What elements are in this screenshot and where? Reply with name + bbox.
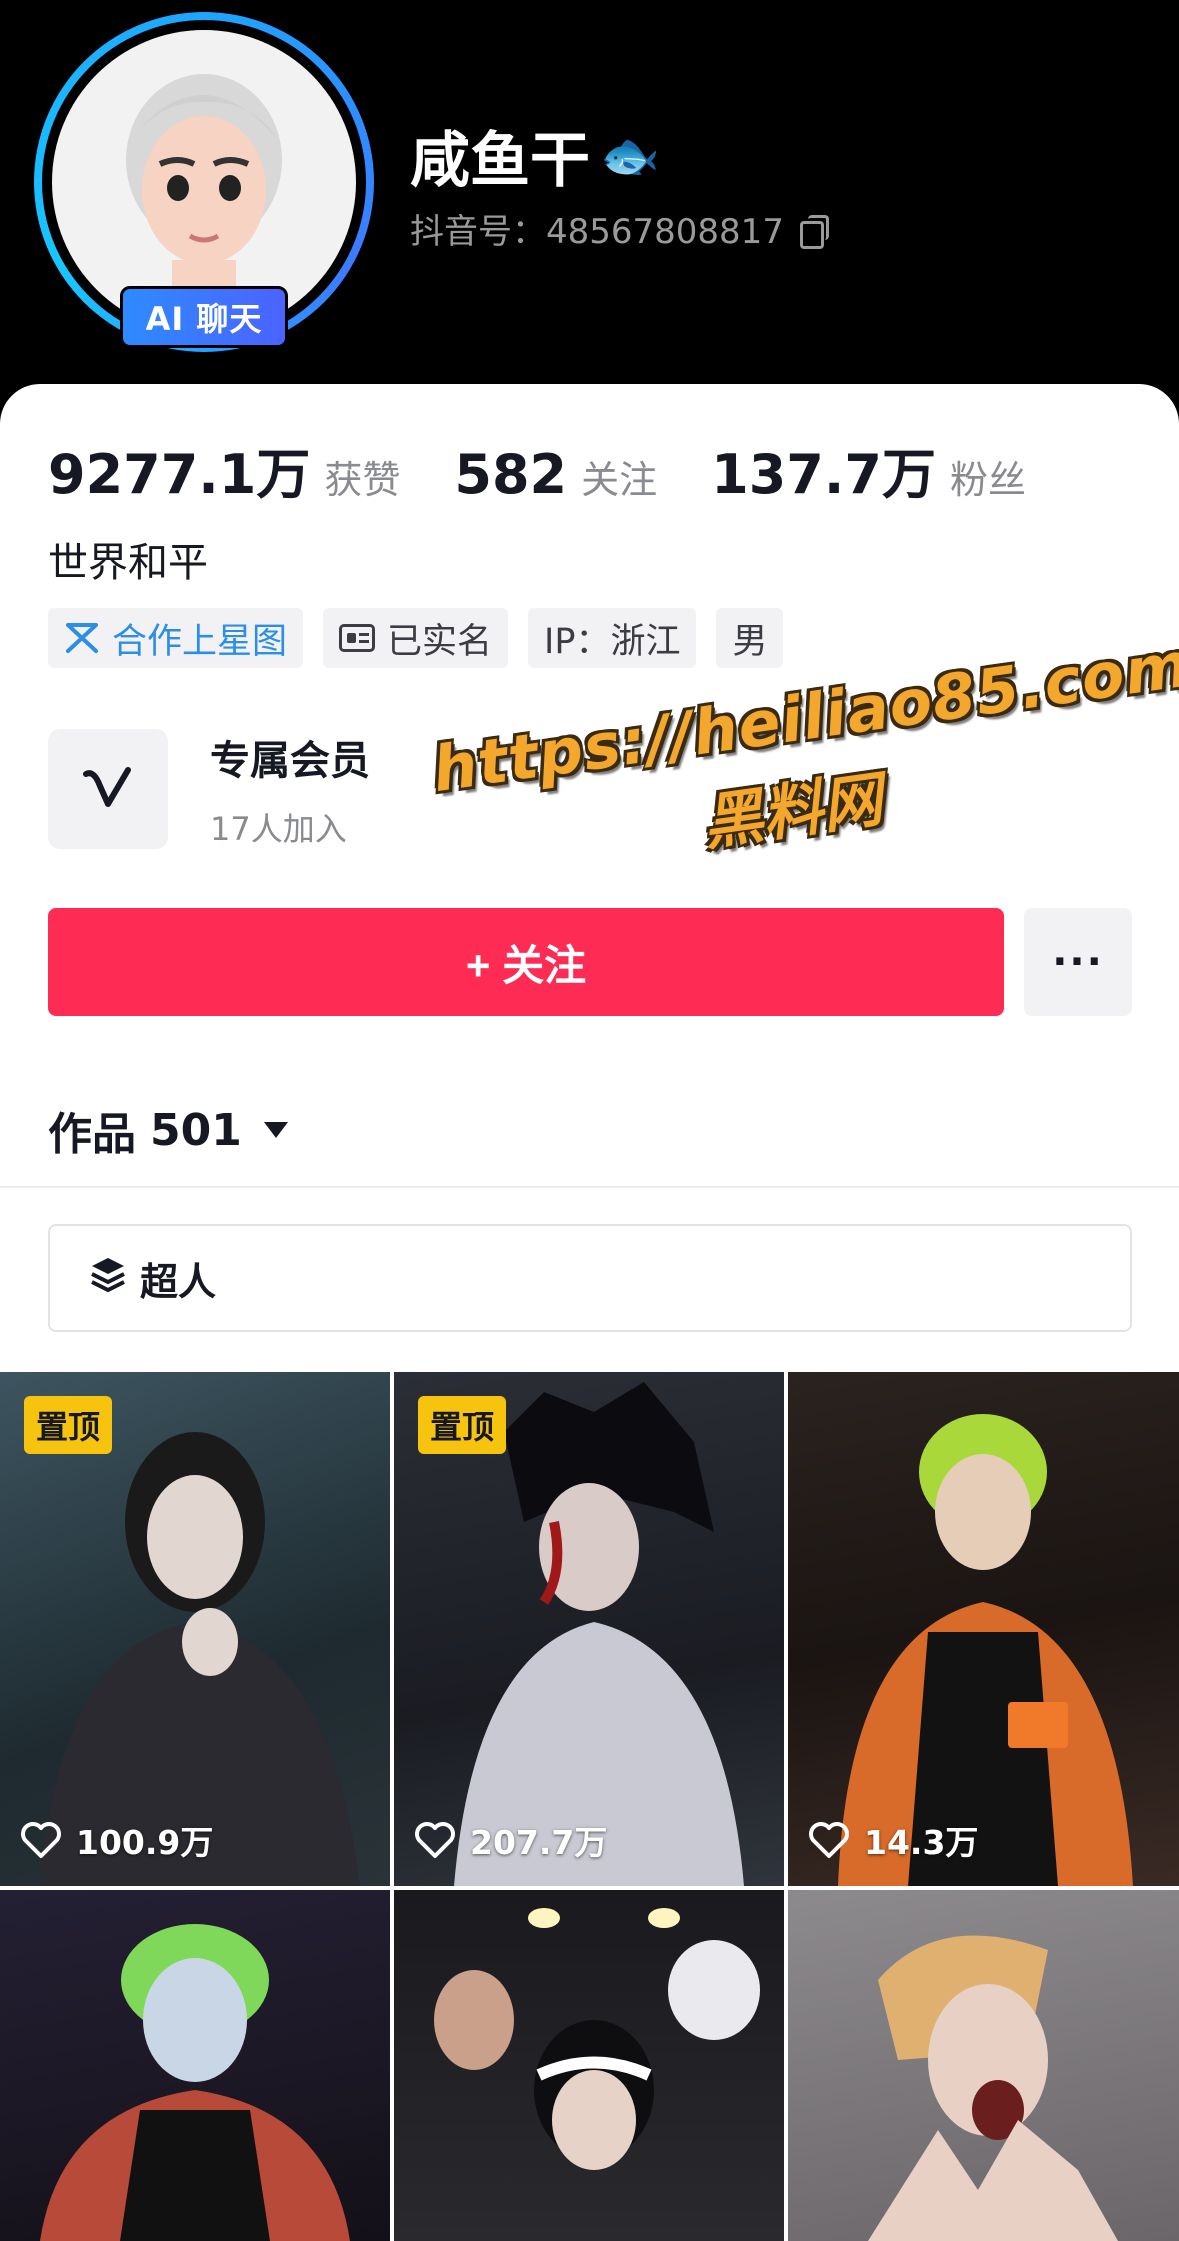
tag-gender: 男 (716, 608, 784, 668)
like-count-text: 14.3万 (864, 1823, 979, 1862)
tab-works[interactable]: 作品 501 (48, 1098, 288, 1162)
tag-ip-label: IP：浙江 (544, 621, 681, 662)
douyin-id: 抖音号：48567808817 (410, 204, 829, 253)
video-tile[interactable] (788, 1890, 1179, 2241)
nickname: 咸鱼干 🐟 (410, 112, 660, 199)
bio: 世界和平 (48, 540, 208, 586)
stat-likes[interactable]: 9277.1万 获赞 (48, 430, 400, 509)
stat-following[interactable]: 582 关注 (454, 443, 657, 506)
like-count: 14.3万 (808, 1816, 978, 1864)
copy-icon[interactable] (799, 214, 829, 249)
membership-joined: 17人加入 (210, 810, 347, 848)
video-tile[interactable]: 置顶 100.9万 (0, 1372, 390, 1886)
ai-chat-badge[interactable]: AI 聊天 (120, 286, 288, 348)
works-count: 501 (150, 1104, 242, 1156)
more-options-button[interactable]: ··· (1024, 908, 1132, 1016)
collection-stack-icon (88, 1254, 128, 1303)
tag-verified-label: 已实名 (387, 621, 493, 662)
stat-value: 582 (454, 443, 568, 506)
xingtu-icon (64, 621, 100, 655)
heart-icon (21, 1822, 61, 1858)
video-grid: 置顶 100.9万 置顶 207.7万 14.3万 (0, 1372, 1179, 2241)
id-card-icon (339, 624, 376, 652)
profile-sheet: 9277.1万 获赞 582 关注 137.7万 粉丝 世界和平 合作上星图 已… (0, 384, 1179, 1372)
stat-label: 粉丝 (949, 458, 1026, 502)
tag-gender-label: 男 (732, 621, 768, 662)
like-count: 207.7万 (414, 1816, 607, 1864)
tag-row: 合作上星图 已实名 IP：浙江 男 (48, 608, 784, 668)
collection-label: 超人 (140, 1259, 217, 1304)
video-tile[interactable]: 置顶 207.7万 (394, 1372, 784, 1886)
stats-row: 9277.1万 获赞 582 关注 137.7万 粉丝 (48, 430, 1080, 509)
like-count: 100.9万 (20, 1816, 213, 1864)
watermark: https://heiliao85.com 黑料网 (428, 627, 1179, 951)
nickname-text: 咸鱼干 (410, 126, 590, 196)
divider (0, 1186, 1179, 1188)
tag-xingtu[interactable]: 合作上星图 (48, 608, 304, 668)
video-tile[interactable] (0, 1890, 390, 2241)
stat-value: 9277.1万 (48, 443, 311, 506)
stat-value: 137.7万 (711, 443, 936, 506)
follow-button[interactable]: + 关注 (48, 908, 1004, 1016)
stat-followers[interactable]: 137.7万 粉丝 (711, 430, 1026, 509)
fish-emoji-icon: 🐟 (600, 128, 660, 184)
collection-entry[interactable]: 超人 (48, 1224, 1132, 1332)
tag-verified[interactable]: 已实名 (323, 608, 509, 668)
vip-v-icon (48, 729, 168, 849)
stat-label: 获赞 (324, 458, 401, 502)
douyin-id-text: 抖音号：48567808817 (410, 212, 784, 252)
profile-header: AI 聊天 咸鱼干 🐟 抖音号：48567808817 (0, 0, 1179, 400)
membership-entry[interactable]: 专属会员 17人加入 (48, 728, 370, 850)
tag-ip: IP：浙江 (528, 608, 697, 668)
stat-label: 关注 (581, 458, 658, 502)
tag-xingtu-label: 合作上星图 (112, 621, 288, 662)
like-count-text: 100.9万 (76, 1823, 214, 1862)
video-tile[interactable]: 14.3万 (788, 1372, 1179, 1886)
heart-icon (809, 1822, 849, 1858)
works-label: 作品 (48, 1109, 136, 1160)
caret-down-icon (263, 1122, 288, 1138)
pinned-badge: 置顶 (24, 1396, 113, 1454)
video-tile[interactable] (394, 1890, 784, 2241)
pinned-badge: 置顶 (418, 1396, 507, 1454)
membership-title: 专属会员 (210, 738, 370, 784)
heart-icon (415, 1822, 455, 1858)
like-count-text: 207.7万 (470, 1823, 608, 1862)
